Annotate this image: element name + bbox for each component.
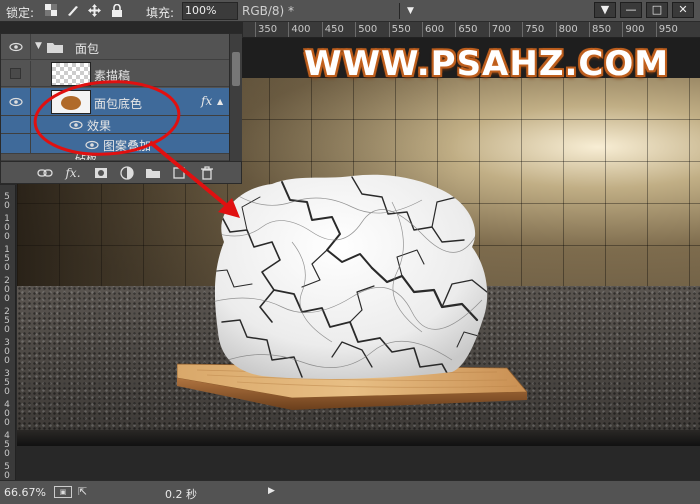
layer-row-partial[interactable]: 砧板 xyxy=(1,154,229,161)
horizontal-ruler[interactable]: 350 400 450 500 550 600 650 700 750 800 850 900 950 xyxy=(243,22,700,38)
ruler-tick-line xyxy=(589,22,590,37)
link-icon[interactable] xyxy=(37,165,53,181)
watermark-text: WWW.PSAHZ.COM xyxy=(304,44,670,84)
ruler-tick-label: 900 xyxy=(625,24,645,35)
effects-label: 效果 xyxy=(87,119,112,133)
ruler-tick-line xyxy=(622,22,624,37)
ruler-tick-label: 0 xyxy=(4,449,10,459)
ruler-tick-line xyxy=(388,22,390,37)
folder-icon[interactable] xyxy=(145,165,161,181)
visibility-toggle-empty[interactable] xyxy=(1,61,31,87)
ruler-tick-line xyxy=(488,22,490,37)
fill-label: 填充: xyxy=(146,6,175,20)
status-menu-arrow-icon[interactable]: ▶ xyxy=(268,486,275,496)
ruler-tick-label: 0 xyxy=(4,356,10,366)
adjustment-icon[interactable] xyxy=(119,165,135,181)
ruler-tick-line xyxy=(655,22,657,37)
document-tab-title[interactable]: RGB/8) * xyxy=(242,4,294,18)
ruler-tick-label: 950 xyxy=(658,24,678,35)
ruler-tick-label: 550 xyxy=(391,24,411,35)
visibility-eye-icon[interactable] xyxy=(69,119,83,133)
layers-panel: ▼ 面包 素描稿 面包底色 fx ▲ 效果 图案叠加 砧板 fx. xyxy=(0,33,242,184)
trash-icon[interactable] xyxy=(199,165,215,181)
visibility-eye-icon[interactable] xyxy=(1,88,31,116)
fx-icon[interactable]: fx. xyxy=(65,165,81,181)
close-icon[interactable]: ✕ xyxy=(672,2,694,18)
status-bar: 66.67% ▣ ⇱ 0.2 秒 ▶ xyxy=(0,480,700,504)
lock-all-icon[interactable] xyxy=(110,3,123,17)
export-icon[interactable]: ⇱ xyxy=(78,485,92,499)
new-layer-icon[interactable] xyxy=(171,165,187,181)
effects-eye-spacer xyxy=(1,116,31,134)
pattern-eye-spacer xyxy=(1,134,31,154)
scrollbar-thumb[interactable] xyxy=(232,52,240,86)
lock-position-icon[interactable] xyxy=(88,4,101,17)
ruler-tick-label: 0 xyxy=(4,471,10,481)
vertical-ruler[interactable]: 50100150200250300350400450500 xyxy=(0,185,16,480)
timing-readout: 0.2 秒 xyxy=(165,488,197,501)
ruler-tick-line xyxy=(255,22,256,37)
group-name: 面包 xyxy=(75,42,100,56)
options-bar: 锁定: 填充: 100% ▼ RGB/8) * ▼ — □ ✕ xyxy=(0,0,700,22)
panel-collapse-icon[interactable]: ▼ xyxy=(594,2,616,18)
lock-transparent-pixels-icon[interactable] xyxy=(44,4,57,17)
ruler-tick-line xyxy=(555,22,557,37)
countertop-edge xyxy=(17,430,700,446)
window-controls: ▼ — □ ✕ xyxy=(594,2,694,20)
pattern-overlay-label: 图案叠加 xyxy=(103,139,152,153)
ruler-tick-label: 450 xyxy=(324,24,344,35)
ruler-tick-label: 0 xyxy=(4,387,10,397)
layers-scrollbar[interactable] xyxy=(229,34,242,161)
ruler-tick-line xyxy=(288,22,290,37)
layer-row-bread-base[interactable]: 面包底色 fx ▲ xyxy=(1,88,229,116)
marble-bread-shape xyxy=(214,174,488,379)
effects-row[interactable]: 效果 xyxy=(1,116,229,134)
ruler-tick-label: 800 xyxy=(558,24,578,35)
fill-dropdown-icon[interactable]: ▼ xyxy=(399,3,421,19)
ruler-tick-label: 750 xyxy=(525,24,545,35)
layer-name: 砧板 xyxy=(75,154,97,161)
ruler-tick-line xyxy=(455,22,457,37)
ruler-tick-label: 400 xyxy=(291,24,311,35)
ruler-tick-label: 0 xyxy=(4,294,10,304)
proof-icon[interactable]: ▣ xyxy=(54,486,72,498)
ruler-tick-line xyxy=(355,22,357,37)
lock-label: 锁定: xyxy=(6,6,35,20)
fx-icon[interactable]: fx xyxy=(201,94,212,108)
ruler-tick-label: 0 xyxy=(4,418,10,428)
layer-name: 面包底色 xyxy=(94,97,143,111)
layer-thumbnail xyxy=(51,62,91,86)
ruler-tick-line xyxy=(422,22,423,37)
lock-image-pixels-icon[interactable] xyxy=(66,4,79,17)
ruler-tick-label: 500 xyxy=(358,24,378,35)
ruler-tick-label: 0 xyxy=(4,232,10,242)
ruler-tick-label: 650 xyxy=(458,24,478,35)
visibility-eye-icon[interactable] xyxy=(1,34,31,60)
ruler-tick-label: 850 xyxy=(592,24,612,35)
ruler-tick-label: 0 xyxy=(4,201,10,211)
layers-toolbar: fx. xyxy=(1,161,241,183)
ruler-tick-label: 0 xyxy=(4,325,10,335)
ruler-tick-label: 350 xyxy=(258,24,278,35)
ruler-tick-label: 700 xyxy=(491,24,511,35)
fill-opacity-value: 100% xyxy=(185,4,217,17)
maximize-icon[interactable]: □ xyxy=(646,2,668,18)
mask-icon[interactable] xyxy=(93,165,109,181)
visibility-eye-icon[interactable] xyxy=(85,139,99,153)
layer-thumbnail xyxy=(51,90,91,114)
effect-row-pattern-overlay[interactable]: 图案叠加 xyxy=(1,134,229,154)
folder-icon xyxy=(47,41,63,56)
ruler-tick-label: 600 xyxy=(425,24,445,35)
layer-name: 素描稿 xyxy=(94,69,131,83)
ruler-tick-line xyxy=(321,22,323,37)
ruler-tick-label: 0 xyxy=(4,263,10,273)
collapse-effects-icon[interactable]: ▲ xyxy=(217,97,223,106)
layer-row-sketch[interactable]: 素描稿 xyxy=(1,61,229,87)
minimize-icon[interactable]: — xyxy=(620,2,642,18)
group-expand-icon[interactable]: ▼ xyxy=(35,41,42,51)
ruler-tick-line xyxy=(522,22,524,37)
fill-opacity-field[interactable]: 100% ▼ xyxy=(182,2,414,20)
layer-group-row[interactable]: ▼ 面包 xyxy=(1,34,229,60)
zoom-level[interactable]: 66.67% xyxy=(4,486,46,499)
